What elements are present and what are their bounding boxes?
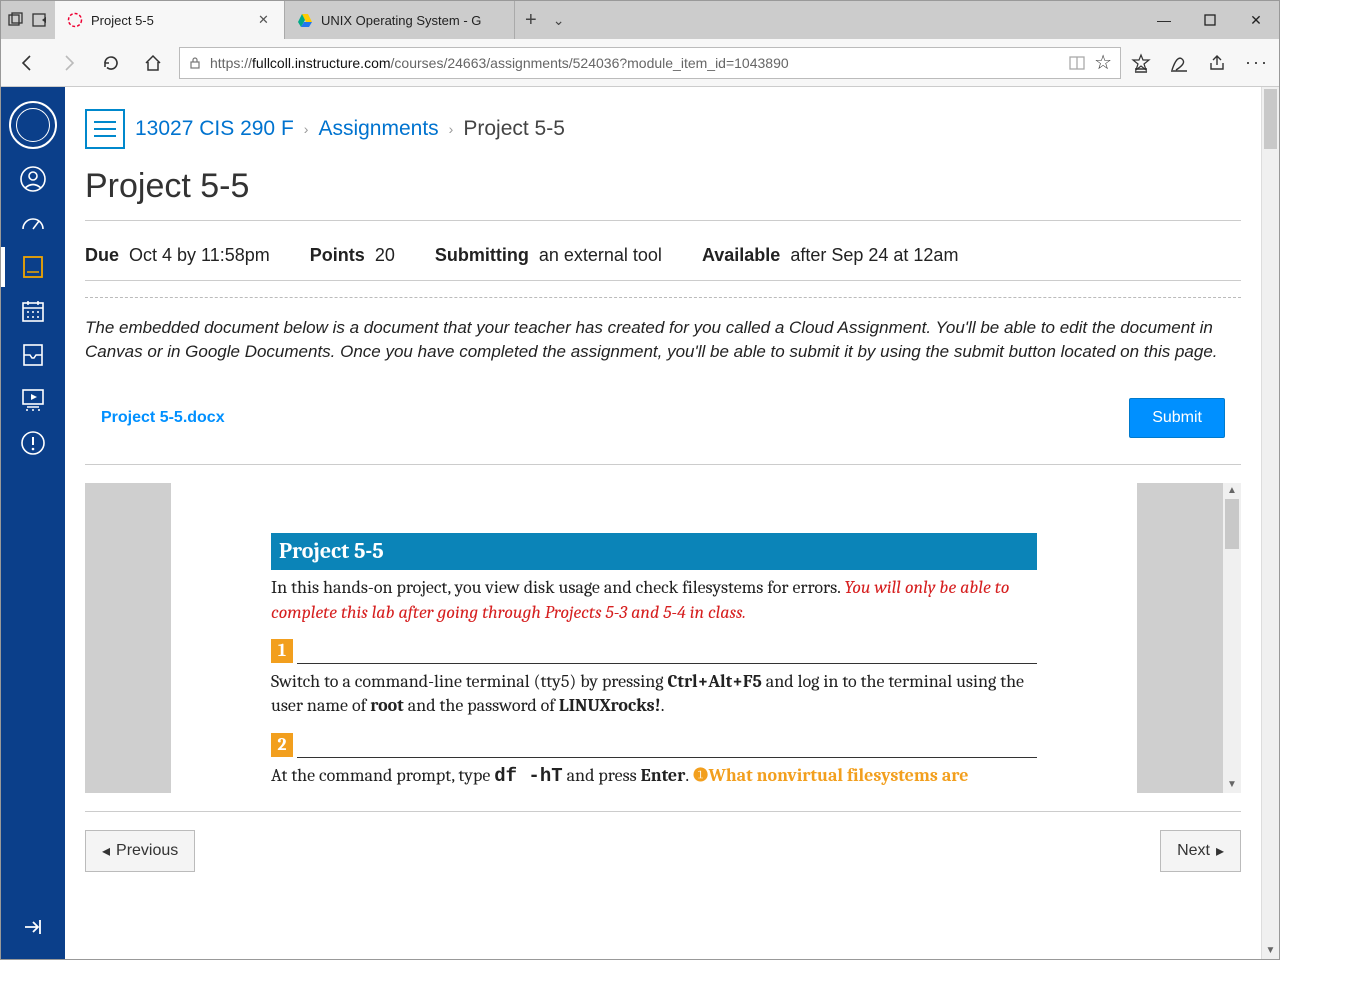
chevron-right-icon: ▸ <box>1216 841 1224 861</box>
sidebar-studio-icon[interactable] <box>13 379 53 419</box>
submitting-label: Submitting <box>435 245 529 265</box>
favorites-button[interactable] <box>1131 53 1151 73</box>
browser-tab-active[interactable]: Project 5-5 ✕ <box>55 1 285 39</box>
forward-button[interactable] <box>53 47 85 79</box>
notes-button[interactable] <box>1169 53 1189 73</box>
step-number: 2 <box>271 733 293 757</box>
close-window-button[interactable]: ✕ <box>1233 1 1279 39</box>
lock-icon <box>188 56 202 70</box>
more-button[interactable]: ··· <box>1245 52 1269 73</box>
tab-menu-chevron-icon[interactable]: ⌄ <box>553 12 565 29</box>
scroll-up-icon[interactable]: ▲ <box>1223 483 1241 499</box>
address-bar[interactable]: https://fullcoll.instructure.com/courses… <box>179 47 1121 79</box>
window-titlebar: Project 5-5 ✕ UNIX Operating System - G … <box>1 1 1279 39</box>
chevron-left-icon: ◂ <box>102 841 110 861</box>
favorite-icon[interactable]: ☆ <box>1094 50 1112 75</box>
set-aside-tabs-icon[interactable] <box>31 11 49 29</box>
page-title: Project 5-5 <box>85 167 1241 221</box>
home-button[interactable] <box>137 47 169 79</box>
browser-toolbar: https://fullcoll.instructure.com/courses… <box>1 39 1279 87</box>
step-2-text: At the command prompt, type df -hT and p… <box>271 764 1037 793</box>
doc-heading: Project 5-5 <box>271 533 1037 571</box>
sidebar-help-icon[interactable] <box>13 423 53 463</box>
module-navigation: ◂Previous Next▸ <box>85 811 1241 872</box>
sidebar-dashboard-icon[interactable] <box>13 203 53 243</box>
sidebar-account-icon[interactable] <box>13 159 53 199</box>
canvas-favicon <box>67 12 83 28</box>
due-label: Due <box>85 245 119 265</box>
tab-title: Project 5-5 <box>91 13 250 28</box>
document-link[interactable]: Project 5-5.docx <box>101 409 225 427</box>
sidebar-courses-icon[interactable] <box>13 247 53 287</box>
share-button[interactable] <box>1207 53 1227 73</box>
due-value: Oct 4 by 11:58pm <box>129 245 270 265</box>
crumb-course[interactable]: 13027 CIS 290 F <box>135 117 294 141</box>
crumb-current: Project 5-5 <box>463 117 565 141</box>
points-value: 20 <box>375 245 395 265</box>
available-value: after Sep 24 at 12am <box>790 245 958 265</box>
submitting-value: an external tool <box>539 245 662 265</box>
crumb-section[interactable]: Assignments <box>318 117 438 141</box>
scrollbar-thumb[interactable] <box>1264 89 1277 149</box>
embedded-document: Project 5-5 In this hands-on project, yo… <box>85 483 1241 793</box>
close-tab-icon[interactable]: ✕ <box>258 12 272 28</box>
previous-button[interactable]: ◂Previous <box>85 830 195 872</box>
divider <box>85 297 1241 298</box>
maximize-button[interactable] <box>1187 1 1233 39</box>
gdrive-favicon <box>297 12 313 28</box>
sidebar-inbox-icon[interactable] <box>13 335 53 375</box>
chevron-icon: › <box>304 121 309 137</box>
scrollbar-thumb[interactable] <box>1225 499 1239 549</box>
hamburger-icon[interactable] <box>85 109 125 149</box>
assignment-details: Due Oct 4 by 11:58pm Points 20 Submittin… <box>85 245 1241 281</box>
submit-button[interactable]: Submit <box>1129 398 1225 438</box>
scroll-down-icon[interactable]: ▼ <box>1223 777 1241 793</box>
step-number: 1 <box>271 639 293 663</box>
back-button[interactable] <box>11 47 43 79</box>
tab-title: UNIX Operating System - G <box>321 13 502 28</box>
minimize-button[interactable]: — <box>1141 1 1187 39</box>
url-text: https://fullcoll.instructure.com/courses… <box>210 55 789 71</box>
instructions-text: The embedded document below is a documen… <box>85 316 1241 364</box>
page-scrollbar[interactable]: ▲ ▼ <box>1261 87 1279 959</box>
points-label: Points <box>310 245 365 265</box>
canvas-sidebar <box>1 87 65 959</box>
available-label: Available <box>702 245 780 265</box>
breadcrumb: 13027 CIS 290 F › Assignments › Project … <box>85 97 1241 167</box>
chevron-icon: › <box>449 121 454 137</box>
reading-view-icon[interactable] <box>1068 54 1086 72</box>
doc-intro: In this hands-on project, you view disk … <box>271 576 1037 625</box>
tab-actions-icon[interactable] <box>7 11 25 29</box>
sidebar-expand-icon[interactable] <box>13 907 53 947</box>
sidebar-calendar-icon[interactable] <box>13 291 53 331</box>
scroll-down-icon[interactable]: ▼ <box>1262 941 1279 959</box>
next-button[interactable]: Next▸ <box>1160 830 1241 872</box>
doc-scrollbar[interactable]: ▲ ▼ <box>1223 483 1241 793</box>
browser-tab[interactable]: UNIX Operating System - G <box>285 1 515 39</box>
refresh-button[interactable] <box>95 47 127 79</box>
institution-logo[interactable] <box>9 101 57 149</box>
new-tab-icon[interactable]: + <box>525 9 537 32</box>
step-1-text: Switch to a command-line terminal (tty5)… <box>271 670 1037 719</box>
